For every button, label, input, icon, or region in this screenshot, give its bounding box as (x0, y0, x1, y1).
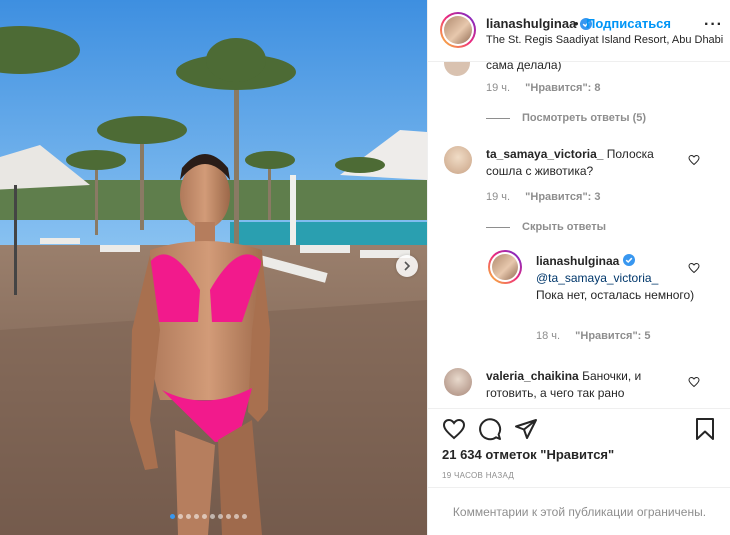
carousel-dot (186, 514, 191, 519)
comment-likes[interactable]: "Нравится": 3 (525, 191, 600, 203)
comment-time[interactable]: 19 ч. (486, 82, 510, 94)
like-comment-heart-icon[interactable] (688, 376, 700, 388)
like-reply-heart-icon[interactable] (688, 262, 700, 274)
comment-bubble-icon[interactable] (478, 417, 502, 441)
author-avatar[interactable] (440, 12, 476, 48)
reply-mention-link[interactable]: @ta_samaya_victoria_ (536, 271, 658, 285)
post-photo[interactable] (0, 0, 427, 535)
location-link[interactable]: The St. Regis Saadiyat Island Resort, Ab… (486, 34, 723, 46)
reply-text: Пока нет, осталась немного) (536, 288, 695, 302)
like-comment-heart-icon[interactable] (688, 154, 700, 166)
comment-body: valeria_chaikina Баночки, и готовить, а … (486, 368, 686, 402)
post-timestamp[interactable]: 19 ЧАСОВ НАЗАД (442, 471, 514, 480)
share-paper-plane-icon[interactable] (514, 417, 538, 441)
view-replies-button[interactable]: Посмотреть ответы (5) (486, 112, 646, 124)
like-heart-icon[interactable] (442, 417, 466, 441)
reply-body: lianashulginaa @ta_samaya_victoria_ Пока… (536, 253, 696, 304)
more-options-icon[interactable]: ··· (704, 16, 723, 34)
reply-avatar[interactable] (488, 250, 522, 284)
carousel-dot (242, 514, 247, 519)
comment-meta: 19 ч. "Нравится": 8 (486, 82, 601, 94)
carousel-dot (178, 514, 183, 519)
comments-restricted-notice: Комментарии к этой публикации ограничены… (428, 487, 730, 535)
likes-count[interactable]: 21 634 отметок "Нравится" (442, 447, 614, 462)
follow-button[interactable]: Подписаться (586, 16, 671, 31)
reply-username[interactable]: lianashulginaa (536, 254, 619, 268)
carousel-dot (234, 514, 239, 519)
comment-time[interactable]: 19 ч. (486, 191, 510, 203)
comment-body: ta_samaya_victoria_ Полоска сошла с живо… (486, 146, 686, 180)
reply-time[interactable]: 18 ч. (536, 330, 560, 342)
comment-likes[interactable]: "Нравится": 8 (525, 82, 600, 94)
comment-username[interactable]: valeria_chaikina (486, 369, 579, 383)
comment-meta: 19 ч. "Нравится": 3 (486, 191, 601, 203)
view-replies-label: Посмотреть ответы (5) (522, 112, 647, 124)
reply-likes[interactable]: "Нравится": 5 (575, 330, 650, 342)
comment-text: сама делала) (486, 62, 562, 72)
carousel-dot (170, 514, 175, 519)
post-side-panel: lianashulginaa • Подписаться The St. Reg… (427, 0, 730, 535)
comments-list: сама делала) 19 ч. "Нравится": 8 Посмотр… (428, 62, 730, 408)
chevron-right-icon (404, 261, 411, 271)
commenter-avatar[interactable] (444, 62, 470, 76)
post-header: lianashulginaa • Подписаться The St. Reg… (428, 0, 730, 62)
reply-meta: 18 ч. "Нравится": 5 (536, 330, 651, 342)
carousel-dot (210, 514, 215, 519)
author-username-text: lianashulginaa (486, 16, 577, 31)
carousel-dot (218, 514, 223, 519)
hide-replies-label: Скрыть ответы (522, 221, 606, 233)
comment-username[interactable]: ta_samaya_victoria_ (486, 147, 603, 161)
carousel-dot (202, 514, 207, 519)
carousel-dots (170, 514, 247, 519)
verified-badge-icon (622, 254, 635, 266)
hide-replies-button[interactable]: Скрыть ответы (486, 221, 606, 233)
commenter-avatar[interactable] (444, 368, 472, 396)
carousel-next-button[interactable] (396, 255, 418, 277)
header-separator: • (574, 16, 579, 31)
carousel-dot (226, 514, 231, 519)
save-bookmark-icon[interactable] (693, 417, 717, 441)
carousel-dot (194, 514, 199, 519)
comments-restricted-text: Комментарии к этой публикации ограничены… (452, 504, 707, 519)
commenter-avatar[interactable] (444, 146, 472, 174)
photo-image (0, 0, 427, 535)
